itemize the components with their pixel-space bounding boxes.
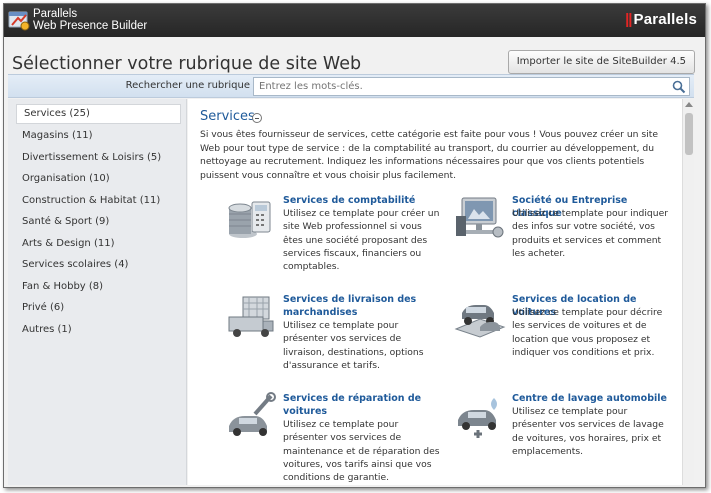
- template-description: Utilisez ce template pour créer un site …: [283, 208, 440, 273]
- delivery-truck-icon: [228, 296, 274, 337]
- template-description: Utilisez ce template pour décrire les se…: [512, 307, 663, 358]
- template-description: Utilisez ce template pour indiquer des i…: [512, 208, 669, 259]
- office-building-icon: [456, 197, 504, 238]
- category-search-bar: Rechercher une rubrique: [8, 74, 694, 98]
- sidebar-item-autres[interactable]: Autres (1): [8, 319, 186, 341]
- scroll-up-icon[interactable]: [685, 102, 693, 107]
- content-scrollbar[interactable]: [682, 99, 694, 485]
- app-name: Parallels Web Presence Builder: [33, 8, 147, 32]
- sidebar-item-magasins[interactable]: Magasins (11): [8, 125, 186, 147]
- sidebar-item-services-scolaires[interactable]: Services scolaires (4): [8, 254, 186, 276]
- sidebar-item-divertissement[interactable]: Divertissement & Loisirs (5): [8, 147, 186, 169]
- template-description: Utilisez ce template pour présenter vos …: [283, 419, 440, 484]
- coins-calculator-icon: [228, 201, 271, 238]
- template-title[interactable]: Services de livraison des marchandises: [283, 293, 448, 319]
- collapse-icon[interactable]: [252, 113, 262, 123]
- car-repair-icon: [229, 392, 276, 436]
- search-label: Rechercher une rubrique: [125, 80, 250, 91]
- app-logo-icon: [8, 11, 30, 31]
- brand-bars: ||: [625, 11, 632, 28]
- template-title[interactable]: Services de réparation de voitures: [283, 392, 448, 418]
- sidebar-item-construction[interactable]: Construction & Habitat (11): [8, 190, 186, 212]
- app-name-line1: Parallels: [33, 8, 78, 20]
- title-bar: Parallels Web Presence Builder || Paralle…: [4, 4, 705, 37]
- template-description: Utilisez ce template pour présenter vos …: [512, 406, 664, 457]
- page-title: Sélectionner votre rubrique de site Web: [12, 54, 362, 74]
- sidebar-item-fan-hobby[interactable]: Fan & Hobby (8): [8, 276, 186, 298]
- app-name-line2: Web Presence Builder: [33, 20, 148, 32]
- search-input[interactable]: [253, 77, 690, 96]
- car-rental-icon: [454, 305, 506, 338]
- category-sidebar: Services (25) Magasins (11) Divertisseme…: [8, 99, 187, 485]
- sidebar-item-organisation[interactable]: Organisation (10): [8, 168, 186, 190]
- section-title: Services: [200, 109, 255, 124]
- brand-logo: || Parallels: [625, 11, 697, 28]
- scroll-thumb[interactable]: [685, 113, 693, 155]
- sidebar-item-arts-design[interactable]: Arts & Design (11): [8, 233, 186, 255]
- search-icon[interactable]: [672, 80, 686, 94]
- template-title[interactable]: Services de comptabilité: [283, 194, 448, 207]
- brand-name: Parallels: [633, 11, 697, 28]
- car-wash-icon: [458, 398, 497, 438]
- import-sitebuilder-button[interactable]: Importer le site de SiteBuilder 4.5: [507, 50, 695, 74]
- section-description: Si vous êtes fournisseur de services, ce…: [200, 129, 658, 181]
- sidebar-item-services[interactable]: Services (25): [16, 104, 181, 124]
- sidebar-item-prive[interactable]: Privé (6): [8, 297, 186, 319]
- template-description: Utilisez ce template pour présenter vos …: [283, 320, 424, 371]
- template-list: Services Si vous êtes fournisseur de ser…: [188, 99, 682, 485]
- sidebar-item-sante-sport[interactable]: Santé & Sport (9): [8, 211, 186, 233]
- template-title[interactable]: Centre de lavage automobile: [512, 392, 677, 405]
